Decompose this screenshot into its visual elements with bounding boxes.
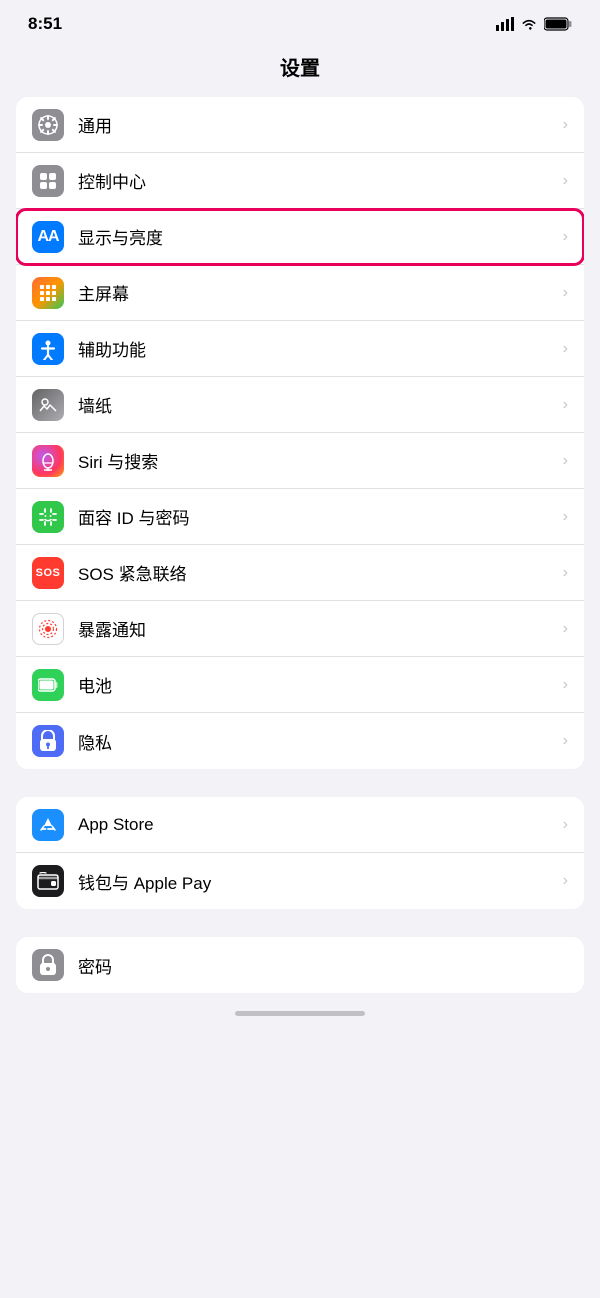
home-indicator-bar bbox=[235, 1011, 365, 1016]
control-center-icon bbox=[32, 165, 64, 197]
faceid-chevron: › bbox=[563, 508, 568, 526]
general-chevron: › bbox=[563, 116, 568, 134]
control-center-label: 控制中心 bbox=[78, 168, 555, 193]
wallet-label: 钱包与 Apple Pay bbox=[78, 869, 555, 894]
battery-label: 电池 bbox=[78, 672, 555, 697]
homescreen-label: 主屏幕 bbox=[78, 280, 555, 305]
page-title-bar: 设置 bbox=[0, 44, 600, 97]
settings-group-3: 密码 bbox=[16, 937, 584, 993]
settings-row-battery[interactable]: 电池 › bbox=[16, 657, 584, 713]
settings-row-exposure[interactable]: 暴露通知 › bbox=[16, 601, 584, 657]
siri-label: Siri 与搜索 bbox=[78, 448, 555, 473]
settings-group-2: App Store › 钱包与 Apple Pay › bbox=[16, 797, 584, 909]
page-title: 设置 bbox=[280, 58, 320, 80]
homescreen-icon bbox=[32, 277, 64, 309]
sos-label: SOS 紧急联络 bbox=[78, 560, 555, 585]
settings-group-1: 通用 › 控制中心 › AA 显示与亮度 › bbox=[16, 97, 584, 769]
settings-row-faceid[interactable]: 面容 ID 与密码 › bbox=[16, 489, 584, 545]
general-label: 通用 bbox=[78, 112, 555, 137]
display-chevron: › bbox=[563, 228, 568, 246]
settings-row-wallet[interactable]: 钱包与 Apple Pay › bbox=[16, 853, 584, 909]
siri-chevron: › bbox=[563, 452, 568, 470]
settings-row-sos[interactable]: SOS SOS 紧急联络 › bbox=[16, 545, 584, 601]
status-icons bbox=[496, 17, 572, 31]
sos-chevron: › bbox=[563, 564, 568, 582]
status-bar: 8:51 bbox=[0, 0, 600, 44]
accessibility-icon bbox=[32, 333, 64, 365]
settings-row-control-center[interactable]: 控制中心 › bbox=[16, 153, 584, 209]
appstore-icon bbox=[32, 809, 64, 841]
settings-row-general[interactable]: 通用 › bbox=[16, 97, 584, 153]
settings-row-siri[interactable]: Siri 与搜索 › bbox=[16, 433, 584, 489]
password-icon bbox=[32, 949, 64, 981]
privacy-icon bbox=[32, 725, 64, 757]
settings-row-accessibility[interactable]: 辅助功能 › bbox=[16, 321, 584, 377]
control-center-chevron: › bbox=[563, 172, 568, 190]
appstore-label: App Store bbox=[78, 815, 555, 835]
wallpaper-icon bbox=[32, 389, 64, 421]
siri-icon bbox=[32, 445, 64, 477]
settings-row-privacy[interactable]: 隐私 › bbox=[16, 713, 584, 769]
battery-icon bbox=[544, 17, 572, 31]
general-icon bbox=[32, 109, 64, 141]
display-label: 显示与亮度 bbox=[78, 224, 555, 249]
settings-row-display[interactable]: AA 显示与亮度 › bbox=[16, 209, 584, 265]
faceid-label: 面容 ID 与密码 bbox=[78, 504, 555, 529]
faceid-icon bbox=[32, 501, 64, 533]
settings-row-appstore[interactable]: App Store › bbox=[16, 797, 584, 853]
sos-icon: SOS bbox=[32, 557, 64, 589]
wallet-chevron: › bbox=[563, 872, 568, 890]
exposure-icon bbox=[32, 613, 64, 645]
battery-row-icon bbox=[32, 669, 64, 701]
accessibility-chevron: › bbox=[563, 340, 568, 358]
battery-chevron: › bbox=[563, 676, 568, 694]
exposure-chevron: › bbox=[563, 620, 568, 638]
privacy-label: 隐私 bbox=[78, 729, 555, 754]
wallpaper-chevron: › bbox=[563, 396, 568, 414]
accessibility-label: 辅助功能 bbox=[78, 336, 555, 361]
privacy-chevron: › bbox=[563, 732, 568, 750]
password-label: 密码 bbox=[78, 953, 560, 978]
display-icon: AA bbox=[32, 221, 64, 253]
appstore-chevron: › bbox=[563, 816, 568, 834]
settings-row-wallpaper[interactable]: 墙纸 › bbox=[16, 377, 584, 433]
homescreen-chevron: › bbox=[563, 284, 568, 302]
home-indicator bbox=[0, 1003, 600, 1020]
wallet-icon bbox=[32, 865, 64, 897]
exposure-label: 暴露通知 bbox=[78, 616, 555, 641]
settings-row-password[interactable]: 密码 bbox=[16, 937, 584, 993]
wallpaper-label: 墙纸 bbox=[78, 392, 555, 417]
settings-row-homescreen[interactable]: 主屏幕 › bbox=[16, 265, 584, 321]
wifi-icon bbox=[520, 17, 538, 31]
status-time: 8:51 bbox=[28, 14, 62, 34]
signal-icon bbox=[496, 17, 514, 31]
